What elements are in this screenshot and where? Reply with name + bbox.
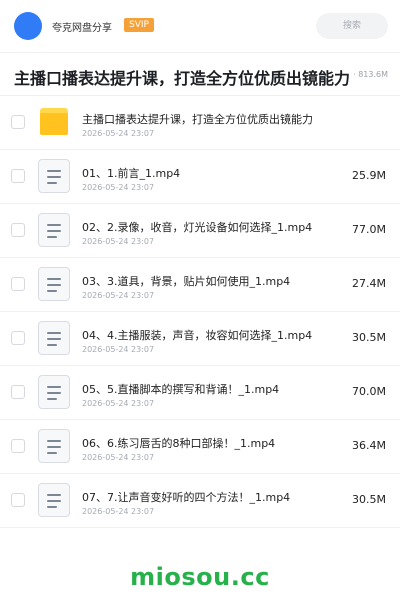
file-row[interactable]: 03、3.道具，背景，贴片如何使用_1.mp4 2026-05-24 23:07 2… [0, 258, 400, 312]
file-size: 70.0M [352, 385, 386, 398]
file-size: 77.0M [352, 223, 386, 236]
document-icon [38, 429, 70, 463]
file-list: 主播口播表达提升课，打造全方位优质出镜能力 2026-05-24 23:07 01、… [0, 96, 400, 528]
document-icon [38, 321, 70, 355]
row-checkbox[interactable] [11, 169, 25, 183]
folder-icon [38, 106, 70, 140]
file-row[interactable]: 主播口播表达提升课，打造全方位优质出镜能力 2026-05-24 23:07 [0, 96, 400, 150]
file-row[interactable]: 01、1.前言_1.mp4 2026-05-24 23:07 25.9M [0, 150, 400, 204]
row-checkbox[interactable] [11, 439, 25, 453]
file-size: 25.9M [352, 169, 386, 182]
document-icon [38, 375, 70, 409]
row-checkbox[interactable] [11, 115, 25, 129]
share-header: 夸克网盘分享 SVIP 搜索 [0, 0, 400, 52]
file-size: 36.4M [352, 439, 386, 452]
file-date: 2026-05-24 23:07 [82, 237, 155, 246]
file-name[interactable]: 04、4.主播服装，声音，妆容如何选择_1.mp4 [82, 327, 312, 343]
page-title: 主播口播表达提升课，打造全方位优质出镜能力 [14, 65, 353, 89]
file-date: 2026-05-24 23:07 [82, 129, 155, 138]
share-title-bar: 主播口播表达提升课，打造全方位优质出镜能力 28 项 · 813.6M [0, 53, 400, 95]
watermark: miosou.cc [130, 563, 270, 591]
row-checkbox[interactable] [11, 331, 25, 345]
file-date: 2026-05-24 23:07 [82, 183, 155, 192]
file-name[interactable]: 06、6.练习唇舌的8种口部操！_1.mp4 [82, 435, 275, 451]
file-name[interactable]: 主播口播表达提升课，打造全方位优质出镜能力 [82, 111, 313, 127]
file-size: 30.5M [352, 493, 386, 506]
document-icon [38, 267, 70, 301]
file-date: 2026-05-24 23:07 [82, 399, 155, 408]
avatar[interactable] [14, 12, 42, 40]
file-row[interactable]: 07、7.让声音变好听的四个方法！_1.mp4 2026-05-24 23:07 3… [0, 474, 400, 528]
file-name[interactable]: 03、3.道具，背景，贴片如何使用_1.mp4 [82, 273, 290, 289]
file-row[interactable]: 02、2.录像，收音，灯光设备如何选择_1.mp4 2026-05-24 23:0… [0, 204, 400, 258]
file-name[interactable]: 05、5.直播脚本的撰写和背诵！_1.mp4 [82, 381, 279, 397]
svip-badge[interactable]: SVIP [124, 18, 154, 32]
row-checkbox[interactable] [11, 493, 25, 507]
file-size: 30.5M [352, 331, 386, 344]
row-checkbox[interactable] [11, 277, 25, 291]
app-name: 夸克网盘分享 [52, 23, 112, 34]
file-row[interactable]: 04、4.主播服装，声音，妆容如何选择_1.mp4 2026-05-24 23:0… [0, 312, 400, 366]
document-icon [38, 483, 70, 517]
file-date: 2026-05-24 23:07 [82, 291, 155, 300]
file-date: 2026-05-24 23:07 [82, 345, 155, 354]
row-checkbox[interactable] [11, 385, 25, 399]
file-row[interactable]: 06、6.练习唇舌的8种口部操！_1.mp4 2026-05-24 23:07 36… [0, 420, 400, 474]
file-name[interactable]: 01、1.前言_1.mp4 [82, 165, 180, 181]
file-name[interactable]: 02、2.录像，收音，灯光设备如何选择_1.mp4 [82, 219, 312, 235]
document-icon [38, 213, 70, 247]
search-input[interactable]: 搜索 [316, 13, 388, 39]
document-icon [38, 159, 70, 193]
file-row[interactable]: 05、5.直播脚本的撰写和背诵！_1.mp4 2026-05-24 23:07 70… [0, 366, 400, 420]
row-checkbox[interactable] [11, 223, 25, 237]
file-date: 2026-05-24 23:07 [82, 507, 155, 516]
file-date: 2026-05-24 23:07 [82, 453, 155, 462]
file-size: 27.4M [352, 277, 386, 290]
file-name[interactable]: 07、7.让声音变好听的四个方法！_1.mp4 [82, 489, 290, 505]
